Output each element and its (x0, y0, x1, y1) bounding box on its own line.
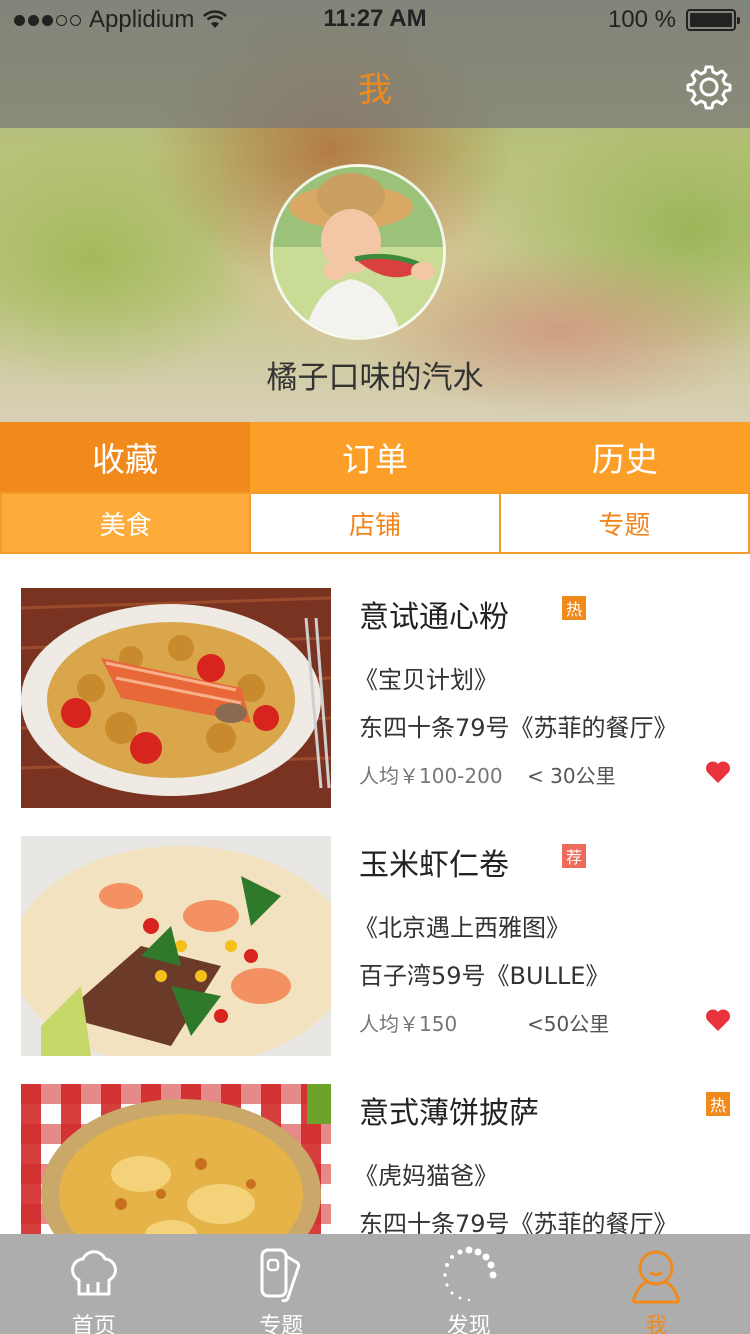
hot-badge: 热 (562, 596, 586, 620)
food-photo (21, 1084, 331, 1234)
list-item[interactable]: 意试通心粉 热 《宝贝计划》 东四十条79号《苏菲的餐厅》 人均￥100-200… (0, 554, 750, 808)
tab-bar: 首页 专题 发现 我 (0, 1234, 750, 1334)
item-distance: <50公里 (527, 1012, 610, 1036)
food-photo (21, 588, 331, 808)
tabbar-discover[interactable]: 发现 (375, 1234, 563, 1334)
item-distance: < 30公里 (527, 764, 616, 788)
tabbar-label: 首页 (71, 1314, 116, 1334)
item-address: 百子湾59号《BULLE》 (359, 962, 610, 990)
page-title: 我 (358, 70, 392, 110)
cards-icon (260, 1248, 301, 1303)
item-title: 意试通心粉 (359, 600, 509, 635)
tabbar-label: 我 (645, 1314, 668, 1334)
item-price: 人均￥150 (359, 1012, 458, 1036)
tabbar-label: 专题 (259, 1314, 304, 1334)
loading-dots-icon (442, 1246, 497, 1302)
recommended-badge: 荐 (562, 844, 586, 868)
list-item[interactable]: 意式薄饼披萨 热 《虎妈猫爸》 东四十条79号《苏菲的餐厅》 (0, 1050, 750, 1234)
item-source: 《虎妈猫爸》 (354, 1162, 498, 1190)
tabbar-label: 发现 (446, 1314, 491, 1334)
battery-percent: 100 % (607, 6, 676, 33)
tabbar-home[interactable]: 首页 (0, 1234, 188, 1334)
item-title: 意式薄饼披萨 (359, 1096, 539, 1131)
subtab-food[interactable]: 美食 (2, 494, 250, 552)
battery-level (690, 13, 732, 27)
tabbar-topics[interactable]: 专题 (188, 1234, 376, 1334)
battery-icon (686, 9, 740, 31)
item-title: 玉米虾仁卷 (359, 848, 509, 883)
profile-header: Applidium 11:27 AM 100 % 我 橘子口味的汽水 (0, 0, 750, 422)
avatar-photo (273, 167, 443, 337)
tab-orders[interactable]: 订单 (250, 422, 500, 492)
tabbar-me[interactable]: 我 (563, 1234, 750, 1334)
food-photo (21, 836, 331, 1056)
item-price: 人均￥100-200 (359, 764, 503, 788)
tab-favorites[interactable]: 收藏 (0, 422, 250, 492)
gear-icon[interactable] (686, 64, 732, 110)
item-address: 东四十条79号《苏菲的餐厅》 (359, 714, 678, 742)
chef-hat-icon (70, 1250, 117, 1296)
tab-history[interactable]: 历史 (500, 422, 750, 492)
item-address: 东四十条79号《苏菲的餐厅》 (359, 1210, 678, 1234)
user-icon (631, 1250, 681, 1304)
item-source: 《北京遇上西雅图》 (354, 914, 570, 942)
main-tabs: 收藏 订单 历史 (0, 422, 750, 492)
sub-tabs: 美食 店铺 专题 (0, 492, 750, 554)
heart-icon[interactable] (705, 1008, 731, 1032)
subtab-shops[interactable]: 店铺 (249, 494, 498, 552)
status-right: 100 % (607, 6, 740, 34)
avatar[interactable] (270, 164, 446, 340)
hot-badge: 热 (706, 1092, 730, 1116)
subtab-topics[interactable]: 专题 (498, 494, 748, 552)
item-source: 《宝贝计划》 (354, 666, 498, 694)
username: 橘子口味的汽水 (266, 360, 484, 396)
list-item[interactable]: 玉米虾仁卷 荐 《北京遇上西雅图》 百子湾59号《BULLE》 人均￥150 <… (0, 802, 750, 1056)
heart-icon[interactable] (705, 760, 731, 784)
favorites-list: 意试通心粉 热 《宝贝计划》 东四十条79号《苏菲的餐厅》 人均￥100-200… (0, 554, 750, 1234)
status-bar: Applidium 11:27 AM 100 % (0, 0, 750, 40)
